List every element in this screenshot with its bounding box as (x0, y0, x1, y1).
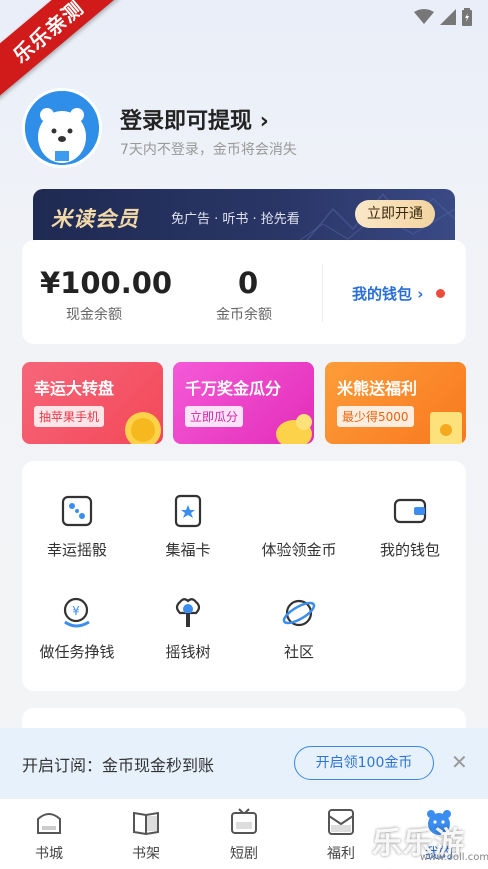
vip-desc: 免广告 · 听书 · 抢先看 (171, 212, 300, 227)
subscribe-banner: 开启订阅：金币现金秒到账 开启领100金币 ✕ (0, 728, 488, 798)
notification-dot (436, 289, 445, 298)
tv-icon (231, 808, 257, 834)
grid-label: 体验领金币 (261, 541, 337, 559)
tab-welfare[interactable]: 福利 (311, 807, 371, 863)
gift-envelope-icon (328, 809, 354, 835)
svg-text:¥: ¥ (72, 604, 80, 618)
grid-item-fortune-card[interactable]: 集福卡 (133, 493, 243, 560)
battery-icon (462, 8, 472, 26)
promo-bear-welfare[interactable]: 米熊送福利 最少得5000 (325, 362, 466, 444)
grid-item-community[interactable]: 社区 (244, 595, 354, 662)
promo-tag: 立即瓜分 (185, 406, 244, 427)
close-icon[interactable]: ✕ (451, 750, 468, 774)
trial-coins-icon (281, 493, 317, 529)
tab-bookstore[interactable]: 书城 (19, 807, 79, 863)
vip-title: 米读会员 (51, 207, 139, 231)
grid-label: 集福卡 (165, 541, 211, 559)
chevron-right-icon: › (259, 109, 269, 134)
card-icon (174, 494, 202, 528)
grid-item-lucky-dice[interactable]: 幸运摇骰 (22, 493, 132, 560)
grid-item-my-wallet[interactable]: 我的钱包 (355, 493, 465, 560)
tab-label: 书城 (35, 846, 63, 862)
money-bag-icon (276, 414, 312, 444)
dice-icon (61, 495, 93, 527)
signal-icon (440, 9, 456, 25)
gold-coin-icon (125, 412, 161, 444)
task-coin-icon: ¥ (63, 597, 90, 628)
divider (322, 264, 323, 322)
cash-balance-label: 现金余额 (66, 307, 122, 323)
grid-item-tasks[interactable]: ¥ 做任务挣钱 (22, 595, 132, 662)
grid-label: 摇钱树 (165, 643, 211, 661)
login-subtitle: 7天内不登录，金币将会消失 (120, 142, 297, 158)
red-envelope-icon (430, 412, 462, 444)
planet-icon (282, 599, 316, 627)
wallet-icon (393, 498, 427, 524)
tab-short-drama[interactable]: 短剧 (214, 807, 274, 863)
login-title[interactable]: 登录即可提现 › (120, 103, 269, 135)
login-title-text: 登录即可提现 (120, 109, 253, 134)
grid-item-trial-coins[interactable]: 体验领金币 (244, 493, 354, 560)
home-icon (37, 813, 61, 834)
promo-tag: 抽苹果手机 (34, 406, 105, 427)
wallet-card: ¥100.00 现金余额 0 金币余额 我的钱包 › (22, 240, 466, 344)
tab-label: 福利 (327, 846, 355, 862)
grid-label: 幸运摇骰 (46, 541, 107, 559)
promo-title: 千万奖金瓜分 (185, 379, 282, 398)
money-tree-icon (175, 598, 201, 627)
wifi-icon (414, 9, 434, 24)
promo-tag: 最少得5000 (337, 406, 414, 427)
avatar[interactable] (22, 88, 102, 168)
brand-watermark-url: www.ooll.com (420, 852, 488, 863)
my-wallet-link[interactable]: 我的钱包 › (352, 283, 423, 304)
promo-bonus-split[interactable]: 千万奖金瓜分 立即瓜分 (173, 362, 314, 444)
feature-grid: 幸运摇骰 集福卡 体验领金币 我的钱包 ¥ 做任务挣钱 摇钱树 社区 (22, 461, 466, 691)
coin-balance-label: 金币余额 (216, 307, 272, 323)
promo-title: 米熊送福利 (337, 379, 418, 398)
book-icon (133, 811, 159, 836)
polar-bear-avatar (25, 91, 99, 165)
subscribe-text: 开启订阅：金币现金秒到账 (22, 756, 215, 775)
promo-title: 幸运大转盘 (34, 379, 115, 398)
grid-label: 社区 (283, 643, 314, 661)
tab-label: 书架 (132, 846, 160, 862)
vip-open-button[interactable]: 立即开通 (355, 200, 435, 228)
grid-item-money-tree[interactable]: 摇钱树 (133, 595, 243, 662)
tab-label: 短剧 (230, 846, 258, 862)
grid-label: 做任务挣钱 (39, 643, 115, 661)
cash-balance-value: ¥100.00 (40, 266, 173, 300)
vip-banner[interactable]: 米读会员 免广告 · 听书 · 抢先看 立即开通 (33, 189, 455, 245)
promo-lucky-wheel[interactable]: 幸运大转盘 抽苹果手机 (22, 362, 163, 444)
subscribe-button[interactable]: 开启领100金币 (294, 746, 434, 780)
coin-balance-value: 0 (238, 266, 259, 300)
grid-label: 我的钱包 (379, 541, 440, 559)
tab-bookshelf[interactable]: 书架 (116, 807, 176, 863)
